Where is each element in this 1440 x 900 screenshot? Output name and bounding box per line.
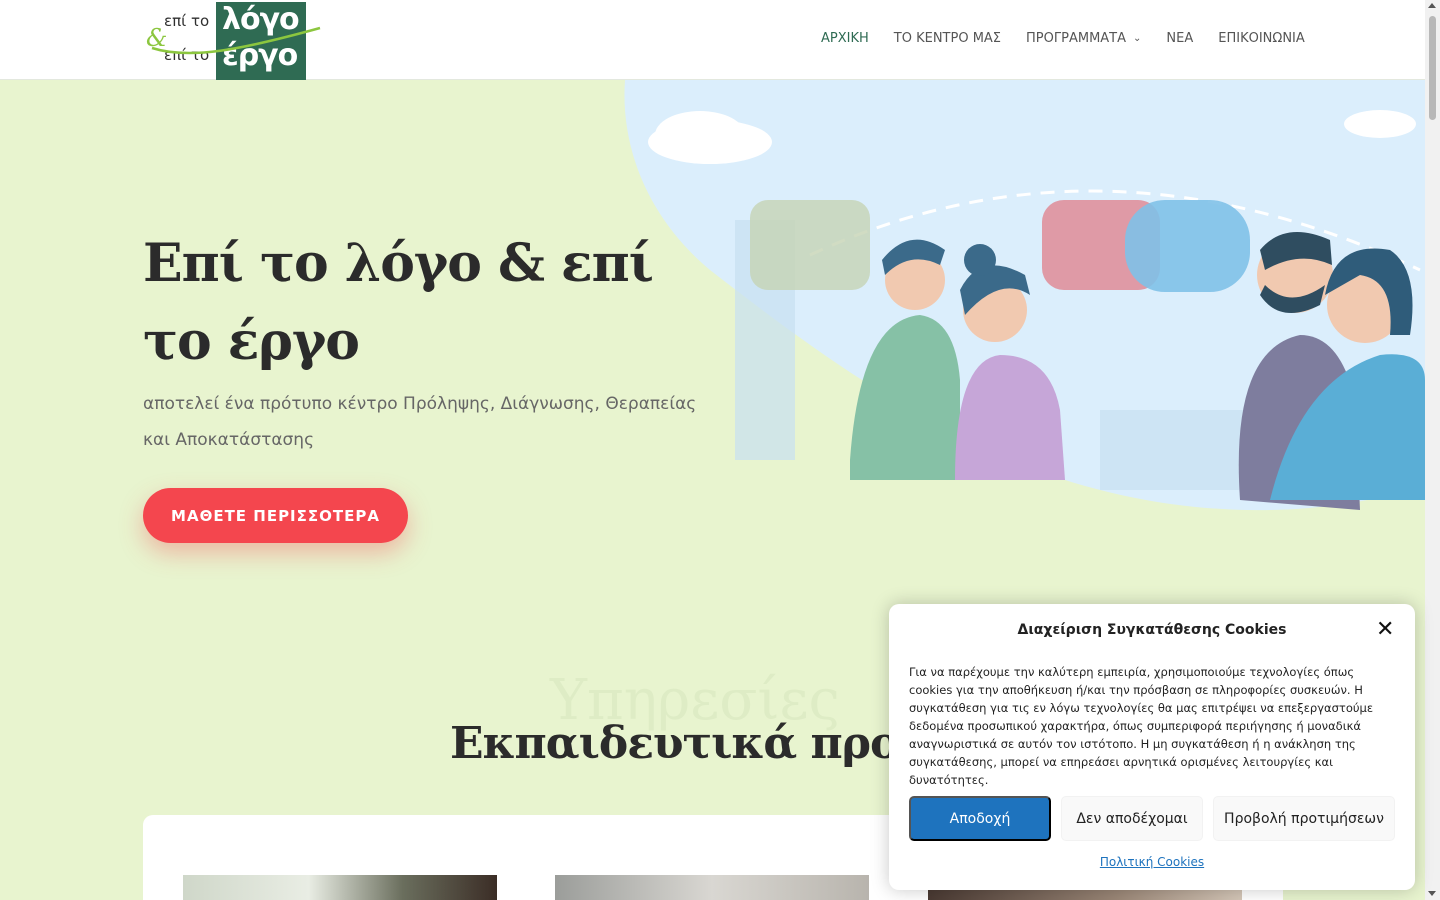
program-card-image[interactable] bbox=[183, 875, 497, 900]
deny-cookies-button[interactable]: Δεν αποδέχομαι bbox=[1061, 796, 1203, 841]
learn-more-button[interactable]: ΜΑΘΕΤΕ ΠΕΡΙΣΣΟΤΕΡΑ bbox=[143, 488, 408, 543]
hero-illustration bbox=[624, 80, 1425, 511]
cookie-title: Διαχείριση Συγκατάθεσης Cookies bbox=[1017, 622, 1287, 638]
site-header: επί το επί το & λόγο έργο ΑΡΧΙΚΗ ΤΟ ΚΕΝΤ… bbox=[0, 0, 1425, 80]
logo-swoosh-icon bbox=[151, 26, 321, 55]
nav-item-programs[interactable]: ΠΡΟΓΡΑΜΜΑΤΑ ⌄ bbox=[1026, 31, 1141, 46]
hero-subtitle: αποτελεί ένα πρότυπο κέντρο Πρόληψης, Δι… bbox=[143, 394, 697, 450]
program-card-image[interactable] bbox=[555, 875, 869, 900]
close-icon[interactable]: ✕ bbox=[1376, 619, 1394, 641]
nav-item-contact[interactable]: ΕΠΙΚΟΙΝΩΝΙΑ bbox=[1218, 31, 1305, 46]
scroll-down-icon[interactable] bbox=[1428, 891, 1436, 896]
scroll-thumb[interactable] bbox=[1429, 16, 1436, 120]
accept-cookies-button[interactable]: Αποδοχή bbox=[909, 796, 1051, 841]
hero-title: Επί το λόγο & επί το έργο bbox=[143, 233, 654, 372]
site-logo[interactable]: επί το επί το & λόγο έργο bbox=[146, 2, 322, 80]
page-scrollbar[interactable] bbox=[1425, 0, 1440, 900]
chevron-down-icon: ⌄ bbox=[1133, 33, 1142, 44]
main-nav: ΑΡΧΙΚΗ ΤΟ ΚΕΝΤΡΟ ΜΑΣ ΠΡΟΓΡΑΜΜΑΤΑ ⌄ ΝΕΑ ΕΠ… bbox=[821, 31, 1330, 46]
cookie-consent-dialog: Διαχείριση Συγκατάθεσης Cookies ✕ Για να… bbox=[889, 604, 1415, 890]
cookie-description: Για να παρέχουμε την καλύτερη εμπειρία, … bbox=[909, 665, 1374, 787]
cookie-policy-link[interactable]: Πολιτική Cookies bbox=[889, 855, 1415, 869]
view-preferences-button[interactable]: Προβολή προτιμήσεων bbox=[1213, 796, 1395, 841]
nav-item-news[interactable]: ΝΕΑ bbox=[1166, 31, 1193, 46]
scroll-up-icon[interactable] bbox=[1428, 3, 1436, 8]
nav-item-center[interactable]: ΤΟ ΚΕΝΤΡΟ ΜΑΣ bbox=[894, 31, 1001, 46]
nav-item-home[interactable]: ΑΡΧΙΚΗ bbox=[821, 31, 869, 46]
